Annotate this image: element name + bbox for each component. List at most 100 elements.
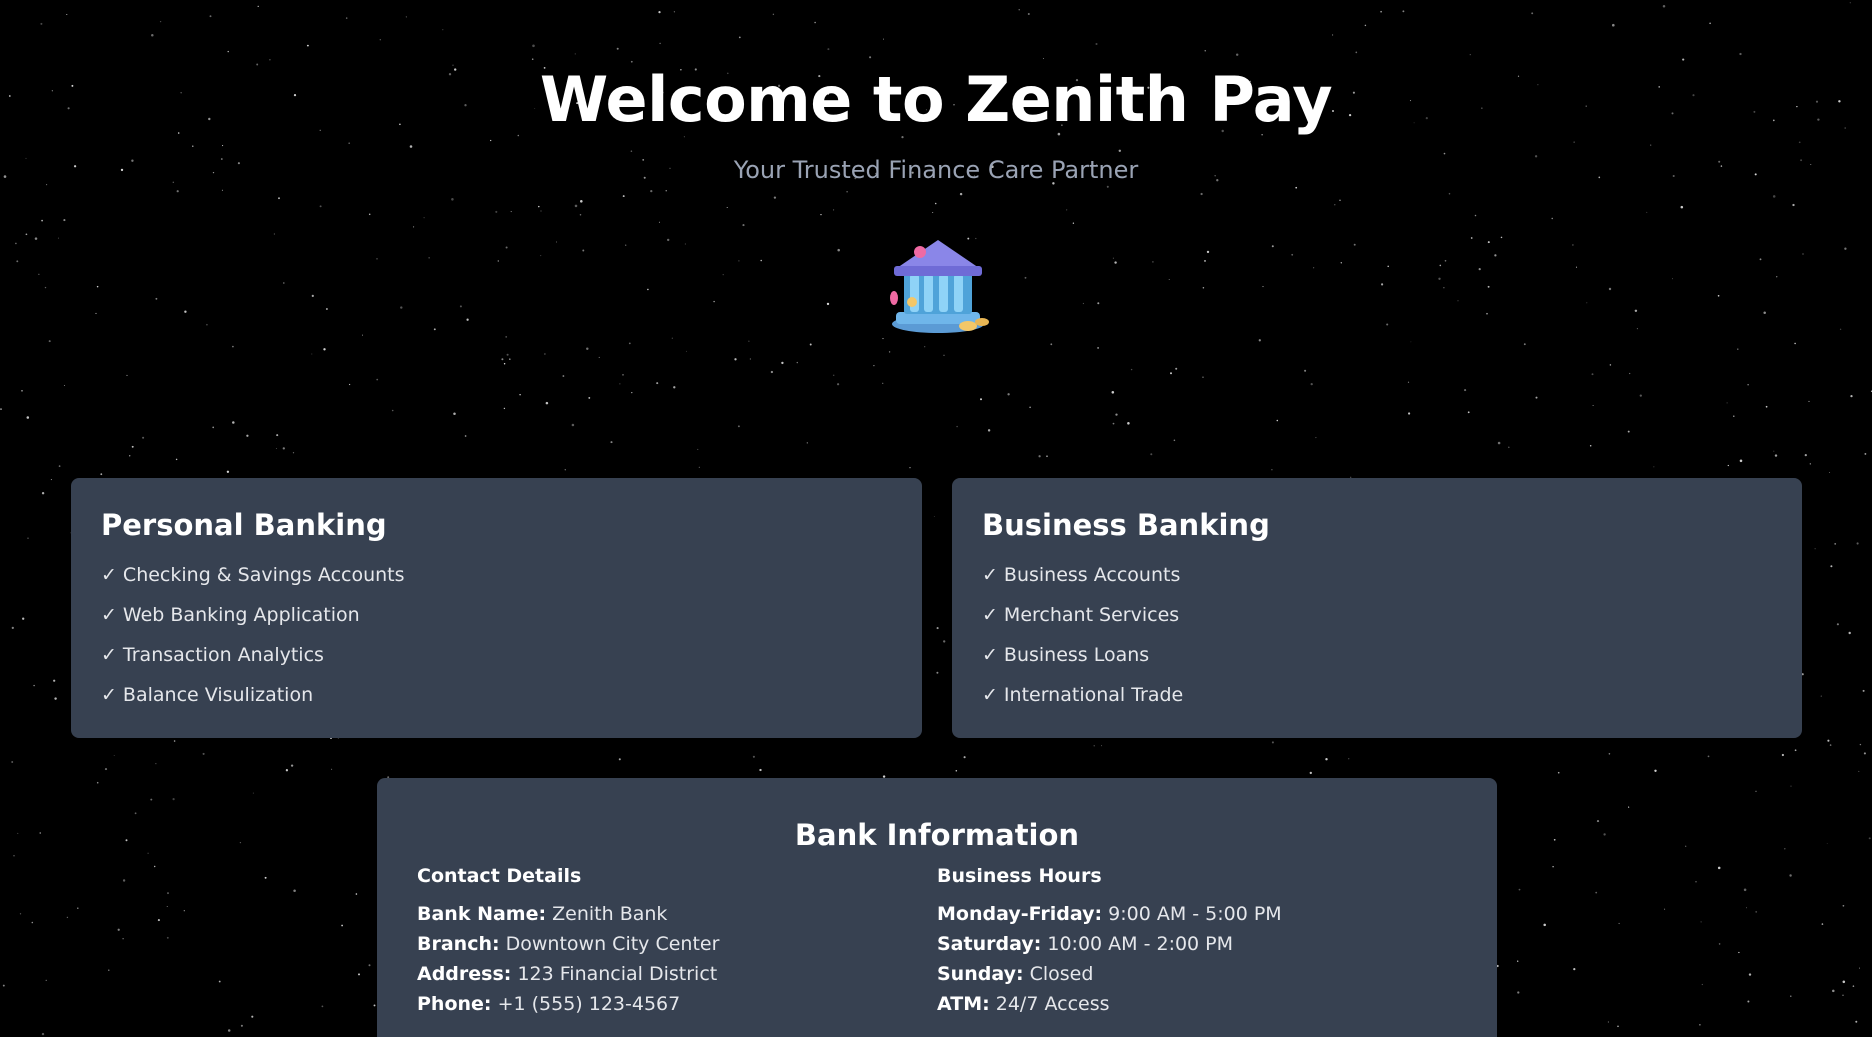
star xyxy=(726,206,728,209)
star xyxy=(1639,394,1642,397)
star xyxy=(176,190,179,193)
star xyxy=(166,936,169,939)
star xyxy=(658,221,660,223)
star xyxy=(1595,891,1598,894)
star xyxy=(1827,739,1830,742)
star xyxy=(503,362,506,365)
star xyxy=(1848,631,1851,635)
star xyxy=(11,626,14,630)
star xyxy=(650,189,653,193)
star xyxy=(1608,753,1611,755)
star xyxy=(269,59,271,61)
star xyxy=(1608,287,1612,291)
star xyxy=(742,224,745,227)
star xyxy=(453,412,456,416)
star xyxy=(1029,406,1031,409)
star xyxy=(159,20,162,23)
star xyxy=(1718,943,1721,945)
star xyxy=(96,285,99,288)
star xyxy=(1557,771,1560,774)
star xyxy=(943,640,946,643)
star xyxy=(1774,454,1778,457)
branch-row: Branch: Downtown City Center xyxy=(417,932,720,955)
star xyxy=(11,761,14,763)
star xyxy=(1868,837,1871,840)
star xyxy=(13,855,15,857)
star xyxy=(540,255,542,257)
star xyxy=(1701,983,1703,986)
star xyxy=(1204,259,1206,262)
star xyxy=(1654,769,1657,772)
star xyxy=(1130,368,1133,371)
star xyxy=(1700,921,1702,923)
star xyxy=(122,879,126,882)
star xyxy=(355,893,358,895)
business-hours-heading: Business Hours xyxy=(937,864,1102,887)
star xyxy=(173,740,176,742)
star xyxy=(46,184,48,186)
atm-hours-row: ATM: 24/7 Access xyxy=(937,992,1110,1015)
star xyxy=(1552,866,1554,868)
star xyxy=(2,984,5,987)
star xyxy=(796,361,798,364)
star xyxy=(192,145,194,147)
star xyxy=(1310,382,1313,386)
check-icon: ✓ xyxy=(982,643,998,666)
star xyxy=(1497,441,1501,445)
star xyxy=(1743,888,1747,892)
star xyxy=(574,53,576,55)
star xyxy=(27,537,29,539)
star xyxy=(1106,185,1109,188)
star xyxy=(882,338,884,340)
star xyxy=(665,190,667,192)
star xyxy=(836,383,840,386)
star xyxy=(1859,967,1860,969)
star xyxy=(41,219,43,222)
star xyxy=(1609,364,1612,366)
star xyxy=(1759,258,1762,261)
star xyxy=(738,36,741,39)
star xyxy=(509,358,511,360)
star xyxy=(1739,52,1742,56)
star xyxy=(1097,302,1100,305)
star xyxy=(1680,205,1684,209)
star xyxy=(319,205,322,208)
star xyxy=(129,455,131,457)
star xyxy=(63,385,65,386)
star xyxy=(96,781,99,784)
star xyxy=(16,260,19,263)
star xyxy=(442,29,444,31)
star xyxy=(698,466,700,468)
star xyxy=(673,11,676,13)
star xyxy=(734,358,737,361)
star xyxy=(519,393,521,396)
star xyxy=(1152,261,1154,263)
star xyxy=(1543,923,1546,927)
star xyxy=(1353,243,1356,246)
star xyxy=(1295,186,1298,189)
star xyxy=(218,980,221,983)
star xyxy=(1457,300,1459,302)
star xyxy=(814,21,816,24)
star xyxy=(1304,369,1307,372)
star xyxy=(100,473,103,476)
star xyxy=(1101,745,1103,747)
star xyxy=(292,452,295,454)
list-item: ✓ Business Loans xyxy=(982,643,1150,666)
star xyxy=(1291,253,1294,256)
star xyxy=(21,390,23,392)
star xyxy=(1653,466,1655,468)
star xyxy=(1776,276,1778,278)
list-item: ✓ Balance Visulization xyxy=(101,683,314,706)
star xyxy=(1784,848,1786,850)
star xyxy=(495,210,498,213)
star xyxy=(1855,1020,1858,1023)
star xyxy=(54,697,57,700)
star xyxy=(713,300,715,303)
star xyxy=(619,383,621,385)
star xyxy=(306,44,309,47)
star xyxy=(1464,389,1467,392)
star xyxy=(628,342,631,345)
star xyxy=(1118,149,1122,153)
star xyxy=(1553,838,1556,841)
